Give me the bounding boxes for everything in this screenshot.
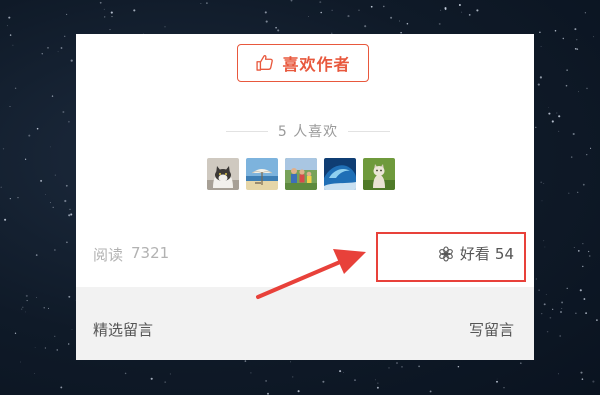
flower-icon xyxy=(439,245,453,262)
likes-label: 人喜欢 xyxy=(293,124,339,140)
screenshot-stage: 喜欢作者 5 人喜欢 阅读 7321 好看 54 精选留言 写留言 xyxy=(0,0,600,395)
likes-count: 5 xyxy=(277,124,288,140)
featured-comments-label: 精选留言 xyxy=(93,321,154,339)
divider-right xyxy=(348,130,390,132)
comments-bar: 精选留言 写留言 xyxy=(76,287,534,360)
read-count-value: 7321 xyxy=(131,244,170,262)
like-author-button[interactable]: 喜欢作者 xyxy=(237,44,369,82)
like-author-label: 喜欢作者 xyxy=(282,55,351,74)
likes-summary-text: 5 人喜欢 xyxy=(278,121,338,141)
liker-avatar-cat[interactable] xyxy=(207,158,239,190)
wow-label: 好看 xyxy=(459,245,490,263)
read-count: 阅读 7321 xyxy=(93,244,169,265)
divider-left xyxy=(226,130,268,132)
liker-avatar-beach[interactable] xyxy=(246,158,278,190)
liker-avatar-family[interactable] xyxy=(285,158,317,190)
write-comment-link[interactable]: 写留言 xyxy=(469,319,514,340)
wow-button[interactable]: 好看 54 xyxy=(437,243,514,264)
article-footer-card: 喜欢作者 5 人喜欢 阅读 7321 好看 54 精选留言 写留言 xyxy=(76,34,534,360)
wow-count: 54 xyxy=(494,244,514,263)
liker-avatar-kitten[interactable] xyxy=(363,158,395,190)
read-count-label: 阅读 xyxy=(93,246,124,264)
liker-avatar-wave[interactable] xyxy=(324,158,356,190)
likes-summary: 5 人喜欢 xyxy=(226,122,390,140)
liker-avatars xyxy=(207,158,395,190)
thumbs-up-icon xyxy=(256,54,274,71)
